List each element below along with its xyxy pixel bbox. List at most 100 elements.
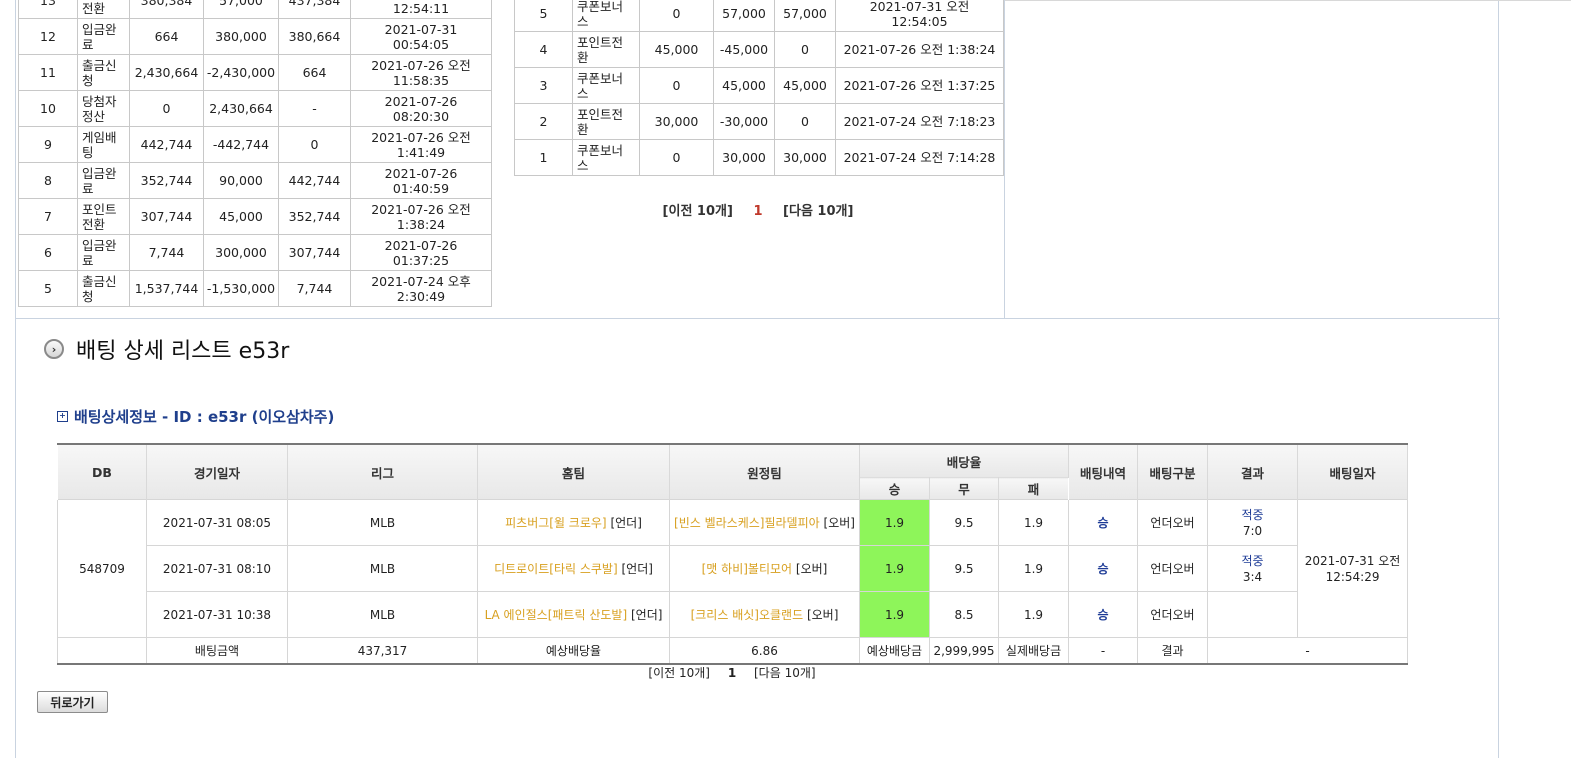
transaction-date: 2021-07-26 01:37:25 bbox=[350, 234, 492, 271]
actual-payout: - bbox=[1068, 637, 1139, 665]
bet-pick: 승 bbox=[1068, 499, 1139, 546]
transaction-amount: 300,000 bbox=[203, 234, 279, 271]
pager-current-page[interactable]: 1 bbox=[728, 666, 736, 680]
balance-before: 7,744 bbox=[129, 234, 204, 271]
transaction-kind: 포인트전 환 bbox=[572, 31, 640, 68]
col-bet-type: 배팅구분 bbox=[1137, 443, 1209, 500]
transaction-date: 2021-07-24 오전 7:18:23 bbox=[835, 103, 1004, 140]
ledger-row: 11 출금신 청 2,430,664 -2,430,000 664 2021-07-26 … bbox=[18, 54, 492, 91]
balance-after: 0 bbox=[278, 126, 351, 163]
bet-pick: 승 bbox=[1068, 545, 1139, 592]
balance-before: 45,000 bbox=[639, 31, 714, 68]
balance-before: 307,744 bbox=[129, 198, 204, 235]
row-number: 6 bbox=[18, 234, 78, 271]
section-divider bbox=[15, 318, 1500, 319]
ledger-row: 2 포인트전 환 30,000 -30,000 0 2021-07-24 오전 7:18:… bbox=[514, 103, 1004, 140]
result-score: 7:0 bbox=[1242, 523, 1263, 538]
ledger-row: 9 게임배 팅 442,744 -442,744 0 2021-07-26 오전 1:41… bbox=[18, 126, 492, 163]
pager-next-link[interactable]: [다음 10개] bbox=[783, 204, 853, 219]
transaction-kind: 게임배 팅 bbox=[77, 126, 130, 163]
balance-before: 0 bbox=[129, 90, 204, 127]
balance-before: 0 bbox=[639, 67, 714, 104]
home-team-name: 디트로이트[타릭 스쿠발] bbox=[494, 561, 618, 576]
section-header: › 배팅 상세 리스트 e53r bbox=[44, 334, 289, 364]
balance-before: 664 bbox=[129, 18, 204, 55]
row-number: 4 bbox=[514, 31, 573, 68]
transaction-amount: -45,000 bbox=[713, 31, 775, 68]
transaction-amount: 30,000 bbox=[713, 139, 775, 176]
bet-date-text: 2021-07-31 오전 12:54:29 bbox=[1304, 553, 1401, 584]
transaction-date: 2021-07-26 08:20:30 bbox=[350, 90, 492, 127]
result-summary: - bbox=[1207, 637, 1409, 665]
ledger-row: 6 입금완 료 7,744 300,000 307,744 2021-07-26 01:3… bbox=[18, 234, 492, 271]
ledger-row: 13포인트 전환380,38457,000437,3842021-07-31 오… bbox=[18, 0, 492, 19]
game-date: 2021-07-31 10:38 bbox=[146, 591, 288, 638]
home-team-tag: [언더] bbox=[630, 607, 663, 622]
transaction-amount: -442,744 bbox=[203, 126, 279, 163]
section-title: 배팅 상세 리스트 e53r bbox=[76, 339, 290, 364]
pager-prev-link[interactable]: [이전 10개] bbox=[663, 204, 733, 219]
home-team-name: 피츠버그[윌 크로우] bbox=[505, 515, 607, 530]
transaction-amount: 45,000 bbox=[203, 198, 279, 235]
expected-odds-label: 예상배당율 bbox=[477, 637, 670, 665]
col-away-team: 원정팀 bbox=[669, 443, 860, 500]
home-team-name: LA 에인절스[패트릭 산도발] bbox=[484, 607, 628, 622]
money-ledger-pane[interactable]: 13포인트 전환380,38457,000437,3842021-07-31 오… bbox=[18, 0, 509, 318]
transaction-kind: 쿠폰보너 스 bbox=[572, 139, 640, 176]
bet-type: 언더오버 bbox=[1137, 591, 1209, 638]
transaction-kind: 쿠폰보너 스 bbox=[572, 67, 640, 104]
ledger-row: 5 쿠폰보너 스 0 57,000 57,000 2021-07-31 오전 12:54:… bbox=[514, 0, 1004, 32]
game-date: 2021-07-31 08:10 bbox=[146, 545, 288, 592]
odds-draw: 8.5 bbox=[929, 591, 999, 638]
top-divider bbox=[1004, 0, 1571, 1]
expected-payout-label: 예상배당금 bbox=[859, 637, 930, 665]
transaction-date: 2021-07-26 오전 1:38:24 bbox=[835, 31, 1004, 68]
bet-pick: 승 bbox=[1068, 591, 1139, 638]
point-ledger-table: 5 쿠폰보너 스 0 57,000 57,000 2021-07-31 오전 12:54:… bbox=[514, 0, 1004, 176]
transaction-date: 2021-07-31 오전 12:54:11 bbox=[350, 0, 492, 19]
back-button[interactable]: 뒤로가기 bbox=[37, 691, 108, 713]
col-league: 리그 bbox=[287, 443, 478, 500]
balance-before: 0 bbox=[639, 0, 714, 32]
transaction-date: 2021-07-24 오후 2:30:49 bbox=[350, 270, 492, 307]
balance-after: 442,744 bbox=[278, 162, 351, 199]
db-id: 548709 bbox=[57, 499, 147, 638]
ledger-row: 3 쿠폰보너 스 0 45,000 45,000 2021-07-26 오전 1:37:2… bbox=[514, 67, 1004, 104]
league: MLB bbox=[287, 499, 478, 546]
away-team-name: [빈스 벨라스케스]필라델피아 bbox=[674, 515, 820, 530]
col-db: DB bbox=[57, 443, 147, 500]
detail-heading-text: 배팅상세정보 - ID : e53r (이오삼차주) bbox=[74, 408, 335, 426]
bet-type: 언더오버 bbox=[1137, 545, 1209, 592]
col-game-date: 경기일자 bbox=[146, 443, 288, 500]
away-team: [빈스 벨라스케스]필라델피아 [오버] bbox=[669, 499, 860, 546]
ledger-row: 5 출금신 청 1,537,744 -1,530,000 7,744 2021-07-24… bbox=[18, 270, 492, 307]
away-team: [맷 하비]볼티모어 [오버] bbox=[669, 545, 860, 592]
detail-pager: [이전 10개] 1 [다음 10개] bbox=[57, 664, 1407, 681]
transaction-date: 2021-07-26 오전 1:37:25 bbox=[835, 67, 1004, 104]
transaction-amount: 380,000 bbox=[203, 18, 279, 55]
odds-lose: 1.9 bbox=[997, 499, 1070, 546]
transaction-date: 2021-07-26 오전 1:41:49 bbox=[350, 126, 492, 163]
chevron-right-circle-icon: › bbox=[44, 339, 64, 359]
away-team-tag: [오버] bbox=[806, 607, 839, 622]
balance-after: 352,744 bbox=[278, 198, 351, 235]
col-result: 결과 bbox=[1207, 443, 1299, 500]
pager-next-link[interactable]: [다음 10개] bbox=[754, 666, 816, 680]
col-draw: 무 bbox=[929, 477, 999, 500]
row-number: 9 bbox=[18, 126, 78, 163]
detail-heading: + 배팅상세정보 - ID : e53r (이오삼차주) bbox=[57, 406, 334, 427]
actual-payout-label: 실제배당금 bbox=[997, 637, 1070, 665]
balance-after: 307,744 bbox=[278, 234, 351, 271]
balance-before: 0 bbox=[639, 139, 714, 176]
odds-lose: 1.9 bbox=[997, 591, 1070, 638]
pager-current-page[interactable]: 1 bbox=[753, 204, 762, 219]
balance-after: 0 bbox=[774, 103, 836, 140]
bet-amount-label: 배팅금액 bbox=[146, 637, 288, 665]
col-bet-detail: 배팅내역 bbox=[1068, 443, 1139, 500]
point-ledger-pager: [이전 10개] 1 [다음 10개] bbox=[512, 200, 1004, 219]
transaction-date: 2021-07-31 00:54:05 bbox=[350, 18, 492, 55]
home-team: 디트로이트[타릭 스쿠발] [언더] bbox=[477, 545, 670, 592]
pager-prev-link[interactable]: [이전 10개] bbox=[648, 666, 710, 680]
balance-after: 30,000 bbox=[774, 139, 836, 176]
odds-win: 1.9 bbox=[859, 591, 930, 638]
